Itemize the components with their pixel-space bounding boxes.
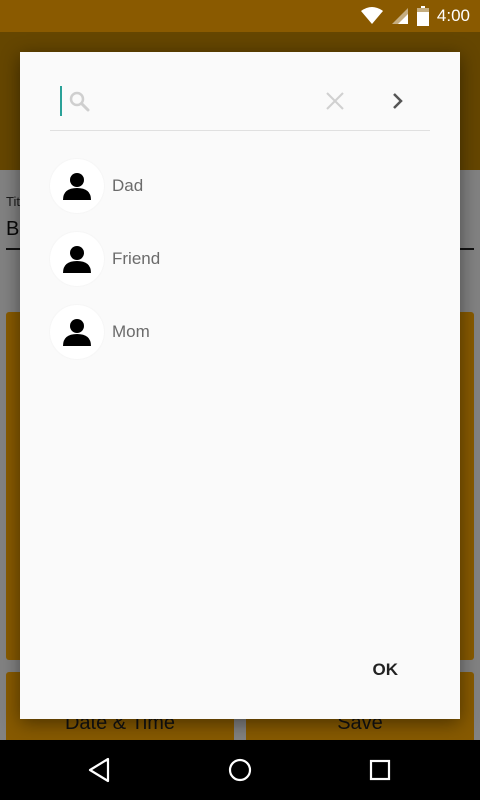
list-item-mom[interactable]: Mom: [50, 295, 430, 368]
avatar: [50, 231, 104, 286]
person-icon: [63, 172, 91, 200]
avatar: [50, 158, 104, 213]
contact-picker-dialog: Dad Friend Mom OK: [20, 52, 460, 719]
wifi-icon: [360, 7, 383, 24]
recents-icon[interactable]: [366, 756, 394, 784]
search-icon: [69, 91, 90, 112]
list-item-dad[interactable]: Dad: [50, 149, 430, 222]
status-bar: 4:00: [0, 0, 480, 32]
search-input[interactable]: [94, 86, 318, 118]
text-cursor: [60, 86, 62, 116]
person-icon: [63, 318, 91, 346]
navigation-bar: [0, 740, 480, 800]
search-row: [50, 82, 430, 131]
battery-icon: [416, 6, 429, 26]
close-icon[interactable]: [324, 90, 346, 112]
ok-button[interactable]: OK: [367, 659, 405, 681]
home-icon[interactable]: [226, 756, 254, 784]
contact-name: Dad: [112, 175, 144, 195]
list-item-friend[interactable]: Friend: [50, 222, 430, 295]
chevron-right-icon[interactable]: [386, 90, 408, 112]
back-icon[interactable]: [86, 756, 114, 784]
contact-name: Friend: [112, 248, 161, 268]
avatar: [50, 304, 104, 359]
cell-signal-icon: [391, 8, 408, 24]
contact-list: Dad Friend Mom: [50, 149, 430, 368]
status-icons: 4:00: [360, 6, 470, 26]
status-time: 4:00: [436, 6, 470, 25]
contact-name: Mom: [112, 321, 150, 341]
person-icon: [63, 245, 91, 273]
